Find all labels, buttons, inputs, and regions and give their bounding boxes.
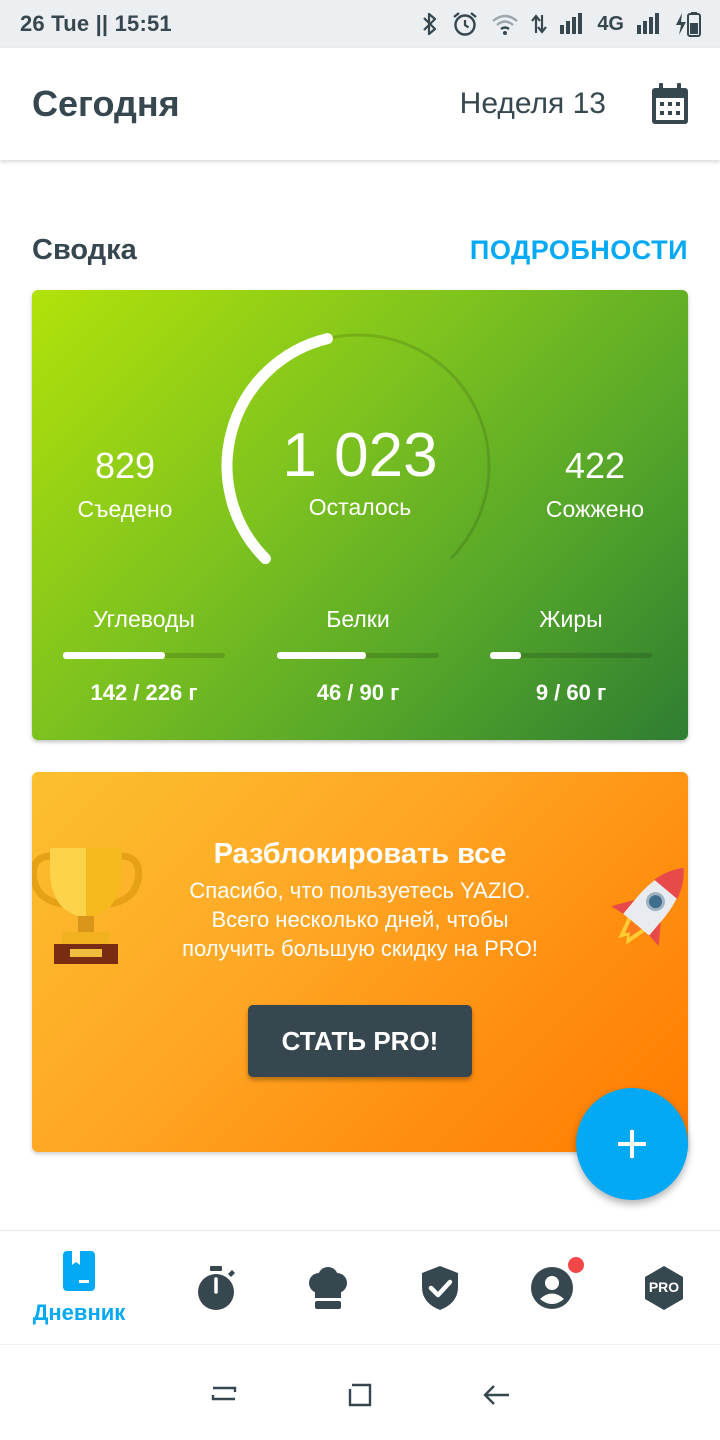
macro-amount: 9 / 60 г [535, 680, 607, 705]
home-icon [348, 1383, 372, 1407]
macro-amount: 46 / 90 г [316, 680, 400, 705]
alarm-icon [453, 12, 478, 36]
notification-dot [568, 1257, 584, 1273]
pro-badge-label: PRO [648, 1279, 680, 1295]
become-pro-button[interactable]: СТАТЬ PRO! [248, 1005, 472, 1077]
status-time: 26 Tue || 15:51 [20, 11, 172, 36]
nav-label-diary: Дневник [32, 1300, 126, 1325]
summary-card[interactable]: 829 Съедено 1 023 Осталось 422 Сожжено У… [32, 290, 688, 740]
eaten-stat: 829 Съедено [35, 446, 215, 523]
recents-button[interactable] [204, 1375, 244, 1415]
summary-header: Сводка ПОДРОБНОСТИ [32, 234, 688, 267]
eaten-label: Съедено [77, 496, 173, 522]
home-button[interactable] [340, 1375, 380, 1415]
data-arrows-icon [531, 14, 548, 34]
promo-line: Всего несколько дней, чтобы [211, 907, 509, 932]
macro-protein: Белки 46 / 90 г [277, 606, 439, 706]
back-button[interactable] [476, 1375, 516, 1415]
nav-item-profile[interactable] [512, 1231, 592, 1345]
nav-item-diary[interactable]: Дневник [20, 1231, 138, 1345]
bluetooth-icon [423, 12, 437, 36]
profile-icon [531, 1267, 573, 1309]
details-link[interactable]: ПОДРОБНОСТИ [470, 235, 688, 266]
remaining-value: 1 023 [282, 421, 438, 490]
remaining-stat: 1 023 Осталось [240, 422, 480, 521]
bottom-navigation: Дневник PRO [0, 1230, 720, 1344]
macro-fat: Жиры 9 / 60 г [490, 606, 652, 706]
recents-icon [211, 1386, 237, 1401]
promo-title: Разблокировать все [213, 838, 507, 870]
status-icons: 4G [421, 10, 702, 38]
promo-line: Спасибо, что пользуетесь YAZIO. [189, 878, 531, 903]
page-title: Сегодня [32, 83, 180, 124]
macro-name: Углеводы [93, 606, 195, 632]
macro-bar [277, 652, 439, 659]
macro-bar [63, 652, 225, 659]
wifi-icon [492, 14, 519, 35]
system-navigation-bar [0, 1344, 720, 1440]
promo-line: получить большую скидку на PRO! [182, 936, 538, 961]
nav-item-recipes[interactable] [288, 1231, 368, 1345]
macro-fill [277, 652, 367, 659]
nav-item-fasting[interactable] [176, 1231, 256, 1345]
promo-text: Спасибо, что пользуетесь YAZIO. Всего не… [142, 876, 578, 963]
macro-bar [490, 652, 652, 659]
signal-icon [560, 13, 583, 34]
nav-item-pro[interactable]: PRO [624, 1231, 704, 1345]
pro-badge-icon: PRO [643, 1265, 685, 1311]
macro-name: Белки [326, 606, 390, 632]
status-bar: 26 Tue || 15:51 4G [0, 0, 720, 48]
network-type: 4G [597, 12, 624, 35]
macro-carbs: Углеводы 142 / 226 г [63, 606, 225, 706]
stopwatch-icon [198, 1266, 235, 1310]
nav-item-plans[interactable] [400, 1231, 480, 1345]
burned-stat: 422 Сожжено [505, 446, 685, 523]
diary-icon [63, 1251, 95, 1291]
burned-value: 422 [564, 445, 626, 486]
macro-name: Жиры [539, 606, 603, 632]
promo-card: Разблокировать все Спасибо, что пользует… [32, 772, 688, 1152]
calendar-icon [652, 83, 688, 124]
macro-amount: 142 / 226 г [90, 680, 198, 705]
battery-charging-icon [676, 12, 701, 37]
back-icon [483, 1385, 509, 1405]
signal-icon [637, 13, 659, 34]
macro-fill [490, 652, 521, 659]
macro-fill [63, 652, 166, 659]
remaining-label: Осталось [308, 494, 412, 520]
shield-check-icon [422, 1266, 458, 1310]
plus-icon [618, 1130, 646, 1158]
burned-label: Сожжено [545, 496, 645, 522]
chef-hat-icon [309, 1267, 347, 1309]
calendar-button[interactable] [648, 80, 692, 128]
summary-title: Сводка [32, 234, 137, 266]
week-label[interactable]: Неделя 13 [460, 87, 606, 121]
app-bar: Сегодня Неделя 13 [0, 48, 720, 160]
add-button[interactable] [576, 1088, 688, 1200]
eaten-value: 829 [94, 445, 156, 486]
